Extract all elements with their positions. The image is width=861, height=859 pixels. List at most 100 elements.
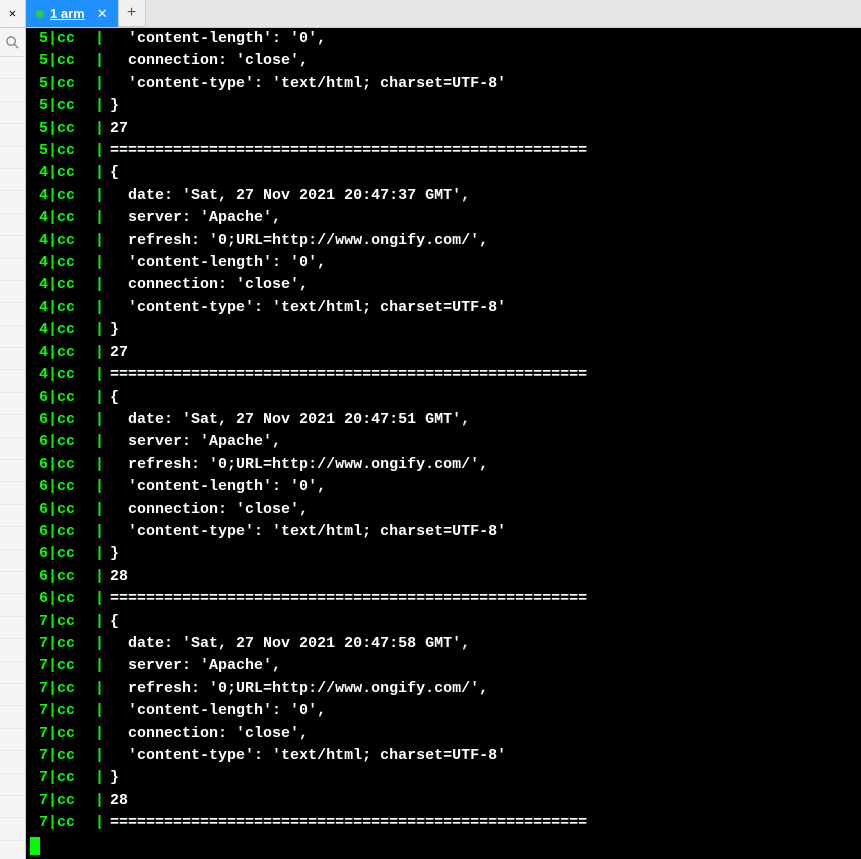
line-content: }: [106, 767, 119, 789]
terminal-line: 4|cc | 'content-type': 'text/html; chars…: [30, 297, 857, 319]
terminal-output[interactable]: 5|cc | 'content-length': '0', 5|cc | con…: [26, 28, 861, 859]
status-dot-icon: [36, 10, 44, 18]
separator-icon: |: [93, 140, 106, 162]
line-content: {: [106, 611, 119, 633]
separator-icon: |: [93, 387, 106, 409]
line-prefix: 7|cc: [30, 790, 93, 812]
line-prefix: 6|cc: [30, 431, 93, 453]
line-prefix: 4|cc: [30, 319, 93, 341]
terminal-line: 7|cc |28: [30, 790, 857, 812]
separator-icon: |: [93, 588, 106, 610]
line-prefix: 4|cc: [30, 297, 93, 319]
terminal-line: 4|cc | date: 'Sat, 27 Nov 2021 20:47:37 …: [30, 185, 857, 207]
new-tab-button[interactable]: +: [118, 0, 146, 27]
terminal-line: 5|cc |==================================…: [30, 140, 857, 162]
line-content: refresh: '0;URL=http://www.ongify.com/',: [106, 230, 488, 252]
search-icon[interactable]: [5, 35, 20, 50]
line-content: 'content-length': '0',: [106, 252, 326, 274]
line-prefix: 5|cc: [30, 118, 93, 140]
line-prefix: 7|cc: [30, 723, 93, 745]
terminal-tab[interactable]: 1 arm ✕: [26, 0, 118, 27]
line-content: date: 'Sat, 27 Nov 2021 20:47:58 GMT',: [106, 633, 470, 655]
line-content: connection: 'close',: [106, 50, 308, 72]
line-content: 'content-type': 'text/html; charset=UTF-…: [106, 73, 506, 95]
line-prefix: 7|cc: [30, 767, 93, 789]
line-content: ========================================…: [106, 364, 587, 386]
tab-close-icon[interactable]: ✕: [97, 6, 108, 22]
separator-icon: |: [93, 543, 106, 565]
line-prefix: 5|cc: [30, 95, 93, 117]
line-content: connection: 'close',: [106, 274, 308, 296]
line-content: 'content-type': 'text/html; charset=UTF-…: [106, 521, 506, 543]
separator-icon: |: [93, 454, 106, 476]
separator-icon: |: [93, 566, 106, 588]
terminal-line: 4|cc |}: [30, 319, 857, 341]
separator-icon: |: [93, 521, 106, 543]
separator-icon: |: [93, 319, 106, 341]
separator-icon: |: [93, 252, 106, 274]
line-prefix: 4|cc: [30, 342, 93, 364]
terminal-line: 6|cc | connection: 'close',: [30, 499, 857, 521]
line-content: }: [106, 319, 119, 341]
line-prefix: 6|cc: [30, 566, 93, 588]
line-prefix: 7|cc: [30, 745, 93, 767]
line-prefix: 7|cc: [30, 700, 93, 722]
terminal-line: 7|cc | connection: 'close',: [30, 723, 857, 745]
separator-icon: |: [93, 745, 106, 767]
separator-icon: |: [93, 118, 106, 140]
terminal-line: 5|cc | 'content-type': 'text/html; chars…: [30, 73, 857, 95]
line-content: {: [106, 162, 119, 184]
terminal-line: 7|cc |}: [30, 767, 857, 789]
line-content: ========================================…: [106, 812, 587, 834]
separator-icon: |: [93, 342, 106, 364]
terminal-line: 6|cc | refresh: '0;URL=http://www.ongify…: [30, 454, 857, 476]
line-content: 28: [106, 790, 128, 812]
line-prefix: 4|cc: [30, 162, 93, 184]
line-prefix: 7|cc: [30, 611, 93, 633]
terminal-line: 6|cc |{: [30, 387, 857, 409]
terminal-line: 7|cc | 'content-type': 'text/html; chars…: [30, 745, 857, 767]
separator-icon: |: [93, 790, 106, 812]
line-prefix: 4|cc: [30, 364, 93, 386]
separator-icon: |: [93, 162, 106, 184]
terminal-line: 4|cc |==================================…: [30, 364, 857, 386]
separator-icon: |: [93, 812, 106, 834]
line-content: }: [106, 95, 119, 117]
separator-icon: |: [93, 207, 106, 229]
line-prefix: 4|cc: [30, 252, 93, 274]
terminal-line: 6|cc | 'content-length': '0',: [30, 476, 857, 498]
terminal-line: 6|cc | server: 'Apache',: [30, 431, 857, 453]
line-prefix: 4|cc: [30, 230, 93, 252]
line-prefix: 5|cc: [30, 140, 93, 162]
terminal-line: 5|cc | connection: 'close',: [30, 50, 857, 72]
line-prefix: 7|cc: [30, 633, 93, 655]
separator-icon: |: [93, 499, 106, 521]
separator-icon: |: [93, 230, 106, 252]
line-content: {: [106, 387, 119, 409]
line-content: 'content-type': 'text/html; charset=UTF-…: [106, 297, 506, 319]
line-content: 'content-type': 'text/html; charset=UTF-…: [106, 745, 506, 767]
terminal-line: 5|cc |27: [30, 118, 857, 140]
line-prefix: 6|cc: [30, 543, 93, 565]
separator-icon: |: [93, 611, 106, 633]
line-prefix: 6|cc: [30, 588, 93, 610]
line-content: }: [106, 543, 119, 565]
line-prefix: 5|cc: [30, 73, 93, 95]
line-prefix: 7|cc: [30, 812, 93, 834]
terminal-line: 7|cc | date: 'Sat, 27 Nov 2021 20:47:58 …: [30, 633, 857, 655]
separator-icon: |: [93, 655, 106, 677]
terminal-line: 7|cc | server: 'Apache',: [30, 655, 857, 677]
separator-icon: |: [93, 678, 106, 700]
cursor-icon: [30, 837, 40, 855]
line-prefix: 4|cc: [30, 185, 93, 207]
close-icon[interactable]: ✕: [9, 6, 16, 21]
line-prefix: 7|cc: [30, 655, 93, 677]
line-content: 27: [106, 118, 128, 140]
separator-icon: |: [93, 723, 106, 745]
line-content: ========================================…: [106, 140, 587, 162]
separator-icon: |: [93, 95, 106, 117]
tab-label: 1 arm: [50, 6, 85, 21]
line-content: 27: [106, 342, 128, 364]
line-prefix: 6|cc: [30, 476, 93, 498]
line-content: 'content-length': '0',: [106, 476, 326, 498]
